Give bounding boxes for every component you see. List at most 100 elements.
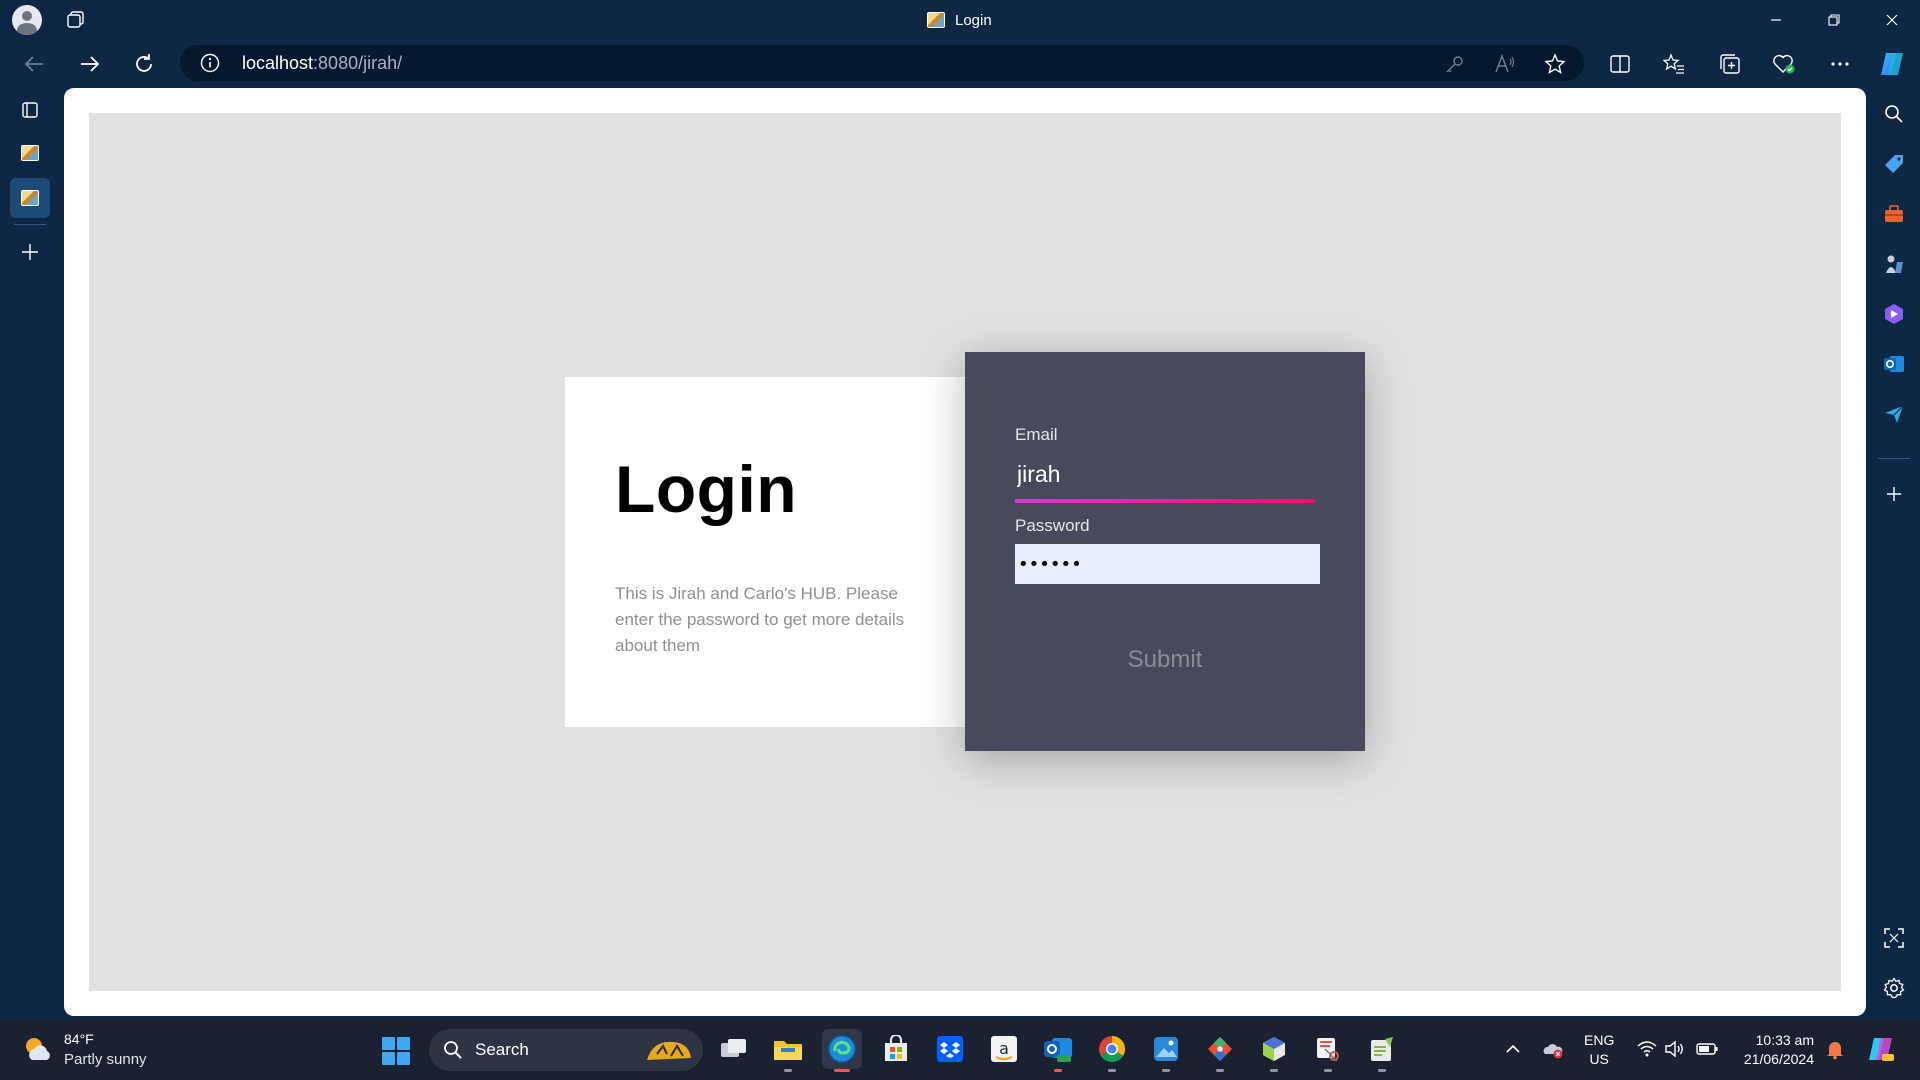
cube-app-button[interactable] bbox=[1254, 1029, 1294, 1072]
new-tab-button[interactable] bbox=[10, 232, 50, 272]
tab-item-login-active[interactable] bbox=[10, 178, 50, 218]
site-info-icon[interactable] bbox=[200, 53, 220, 73]
chess-piece-icon bbox=[1886, 255, 1903, 273]
restore-button[interactable] bbox=[1806, 0, 1862, 40]
password-field[interactable] bbox=[1015, 544, 1320, 584]
onedrive-error-icon[interactable] bbox=[1542, 1038, 1564, 1060]
outlook-new-icon bbox=[1044, 1038, 1072, 1062]
navigation-bar: localhost:8080/jirah/ bbox=[0, 40, 1920, 88]
sidebar-add-button[interactable] bbox=[1880, 480, 1908, 508]
notepad-plus-button[interactable] bbox=[1362, 1029, 1402, 1072]
sidebar-separator bbox=[1878, 458, 1910, 459]
start-logo-tile bbox=[382, 1037, 395, 1050]
web-content: Login This is Jirah and Carlo's HUB. Ple… bbox=[64, 88, 1866, 1016]
close-icon bbox=[1886, 14, 1898, 26]
split-screen-button[interactable] bbox=[1604, 48, 1636, 80]
sidebar-settings-button[interactable] bbox=[1880, 974, 1908, 1002]
language-indicator[interactable]: ENG US bbox=[1584, 1031, 1614, 1069]
send-drop-icon bbox=[1885, 405, 1904, 423]
language-region: US bbox=[1589, 1051, 1609, 1067]
page-title: Login bbox=[615, 452, 798, 526]
tab-favicon-icon bbox=[21, 145, 39, 161]
tab-separator bbox=[14, 224, 46, 225]
tab-actions-button[interactable] bbox=[10, 90, 50, 130]
file-explorer-button[interactable] bbox=[768, 1029, 808, 1072]
split-screen-icon bbox=[1610, 55, 1630, 73]
page-background: Login This is Jirah and Carlo's HUB. Ple… bbox=[89, 113, 1841, 991]
sidebar-shopping-button[interactable] bbox=[1880, 150, 1908, 178]
app-running-indicator bbox=[1108, 1069, 1116, 1072]
favorites-button[interactable] bbox=[1658, 48, 1690, 80]
system-clock[interactable]: 10:33 am 21/06/2024 bbox=[1736, 1031, 1814, 1069]
sidebar-screenshot-button[interactable] bbox=[1880, 924, 1908, 952]
snipping-tool-button[interactable] bbox=[1308, 1029, 1348, 1072]
chrome-button[interactable] bbox=[1092, 1029, 1132, 1072]
sidebar-designer-button[interactable] bbox=[1880, 300, 1908, 328]
site-favicon-icon bbox=[927, 12, 945, 28]
amazon-button[interactable]: a bbox=[984, 1029, 1024, 1069]
forward-button[interactable] bbox=[72, 46, 108, 82]
more-options-button[interactable] bbox=[1824, 48, 1856, 80]
window-title: Login bbox=[927, 10, 992, 30]
copilot-taskbar-icon[interactable] bbox=[1866, 1034, 1896, 1064]
workspaces-icon[interactable] bbox=[66, 10, 86, 30]
wifi-icon[interactable] bbox=[1636, 1038, 1658, 1060]
cube-app-icon bbox=[1263, 1037, 1285, 1061]
favorite-star-icon[interactable] bbox=[1544, 53, 1566, 75]
copilot-button[interactable] bbox=[1876, 48, 1908, 80]
outlook-icon bbox=[1884, 356, 1904, 372]
refresh-button[interactable] bbox=[126, 46, 162, 82]
microsoft-store-button[interactable] bbox=[876, 1029, 916, 1069]
minimize-button[interactable] bbox=[1748, 0, 1804, 40]
sidebar-games-button[interactable] bbox=[1880, 250, 1908, 278]
designer-icon bbox=[1885, 304, 1903, 324]
outlook-new-button[interactable] bbox=[1038, 1029, 1078, 1072]
start-logo-tile bbox=[397, 1037, 410, 1050]
app-running-indicator bbox=[1378, 1069, 1386, 1072]
app-running-indicator bbox=[1054, 1069, 1062, 1072]
battery-icon[interactable] bbox=[1696, 1038, 1718, 1060]
toolbox-icon bbox=[1885, 205, 1903, 222]
back-button[interactable] bbox=[16, 46, 52, 82]
app-running-indicator bbox=[1162, 1069, 1170, 1072]
profile-avatar-icon[interactable] bbox=[12, 5, 42, 35]
address-bar[interactable]: localhost:8080/jirah/ bbox=[180, 45, 1584, 81]
microsoft-store-icon bbox=[885, 1035, 907, 1061]
shopping-tag-icon bbox=[1885, 155, 1903, 173]
edge-button[interactable] bbox=[822, 1029, 862, 1072]
start-button[interactable] bbox=[382, 1037, 410, 1065]
collections-button[interactable] bbox=[1714, 48, 1746, 80]
submit-button[interactable]: Submit bbox=[1065, 640, 1265, 680]
svg-text:a: a bbox=[999, 1039, 1009, 1058]
tab-item-1[interactable] bbox=[10, 133, 50, 173]
close-window-button[interactable] bbox=[1864, 0, 1920, 40]
browser-essentials-button[interactable] bbox=[1768, 48, 1800, 80]
windows-taskbar: 84°F Partly sunny Search a ENG US 10:33 … bbox=[0, 1020, 1920, 1080]
sidebar-search-button[interactable] bbox=[1880, 100, 1908, 128]
sidebar-tools-button[interactable] bbox=[1880, 200, 1908, 228]
notification-bell-icon[interactable] bbox=[1824, 1038, 1846, 1060]
read-aloud-icon[interactable] bbox=[1494, 53, 1516, 75]
language-code: ENG bbox=[1584, 1032, 1615, 1048]
email-field[interactable] bbox=[1015, 454, 1315, 494]
photos-button[interactable] bbox=[1146, 1029, 1186, 1072]
password-key-icon[interactable] bbox=[1444, 53, 1466, 75]
volume-icon[interactable] bbox=[1664, 1038, 1686, 1060]
start-logo-tile bbox=[382, 1052, 395, 1065]
weather-condition: Partly sunny bbox=[64, 1051, 147, 1068]
snipping-tool-icon bbox=[1317, 1038, 1339, 1062]
dropbox-button[interactable] bbox=[930, 1029, 970, 1069]
favorites-list-icon bbox=[1663, 53, 1684, 74]
refresh-icon bbox=[136, 54, 152, 72]
url-host: localhost bbox=[242, 53, 314, 73]
url-text[interactable]: localhost:8080/jirah/ bbox=[242, 53, 402, 74]
task-view-button[interactable] bbox=[714, 1029, 754, 1069]
sidebar-outlook-button[interactable] bbox=[1880, 350, 1908, 378]
taskbar-search-box[interactable]: Search bbox=[429, 1029, 703, 1071]
email-field-underline bbox=[1015, 499, 1315, 503]
sidebar-drop-button[interactable] bbox=[1880, 400, 1908, 428]
show-hidden-icons-chevron-icon[interactable] bbox=[1502, 1038, 1524, 1060]
app-running-indicator bbox=[1270, 1069, 1278, 1072]
git-button[interactable] bbox=[1200, 1029, 1240, 1072]
app-active-indicator bbox=[834, 1069, 850, 1072]
